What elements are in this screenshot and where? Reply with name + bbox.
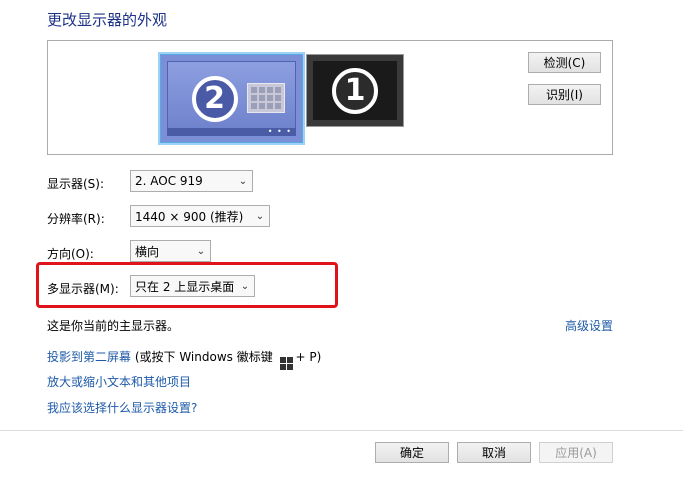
more-dots-icon: • • •: [267, 127, 292, 136]
project-hint-prefix: (或按下 Windows 徽标键: [131, 350, 273, 364]
chevron-down-icon: ⌄: [255, 210, 265, 222]
footer-divider: [0, 430, 683, 431]
multi-display-select[interactable]: 只在 2 上显示桌面 ⌄: [130, 275, 255, 297]
display-select-value: 2. AOC 919: [135, 174, 203, 188]
monitor-1-number-badge: 1: [332, 67, 378, 114]
monitor-2-number-badge: 2: [191, 75, 238, 122]
monitor-2-thumbnail[interactable]: • • • 2: [160, 54, 303, 143]
display-preview-panel: • • • 2 1 检测(C) 识别(I): [47, 40, 613, 155]
text-size-link[interactable]: 放大或缩小文本和其他项目: [47, 373, 191, 390]
display-label: 显示器(S):: [47, 177, 105, 191]
project-row: 投影到第二屏幕 (或按下 Windows 徽标键 + P): [47, 348, 321, 370]
chevron-down-icon: ⌄: [240, 280, 250, 292]
orientation-select[interactable]: 横向 ⌄: [130, 240, 211, 262]
identify-button[interactable]: 识别(I): [528, 84, 601, 105]
orientation-label: 方向(O):: [47, 247, 94, 261]
resolution-label: 分辨率(R):: [47, 212, 105, 226]
apply-button[interactable]: 应用(A): [539, 442, 613, 463]
display-select[interactable]: 2. AOC 919 ⌄: [130, 170, 253, 192]
orientation-select-value: 横向: [135, 244, 160, 259]
help-link[interactable]: 我应该选择什么显示器设置?: [47, 399, 197, 416]
multi-display-select-value: 只在 2 上显示桌面: [135, 279, 235, 294]
cancel-button[interactable]: 取消: [457, 442, 531, 463]
advanced-settings-link[interactable]: 高级设置: [565, 317, 613, 334]
windows-logo-icon: [279, 357, 293, 370]
page-title: 更改显示器的外观: [47, 11, 168, 29]
multi-display-label: 多显示器(M):: [47, 282, 119, 296]
ok-button[interactable]: 确定: [375, 442, 449, 463]
chevron-down-icon: ⌄: [238, 175, 248, 187]
chevron-down-icon: ⌄: [196, 245, 206, 257]
project-hint-suffix: + P): [295, 350, 322, 364]
window-tiles-icon: [247, 83, 285, 113]
detect-button[interactable]: 检测(C): [528, 52, 601, 73]
resolution-select-value: 1440 × 900 (推荐): [135, 209, 244, 224]
monitor-1-thumbnail[interactable]: 1: [306, 54, 404, 127]
resolution-select[interactable]: 1440 × 900 (推荐) ⌄: [130, 205, 270, 227]
project-link[interactable]: 投影到第二屏幕: [47, 350, 131, 364]
main-display-note: 这是你当前的主显示器。: [47, 319, 180, 333]
